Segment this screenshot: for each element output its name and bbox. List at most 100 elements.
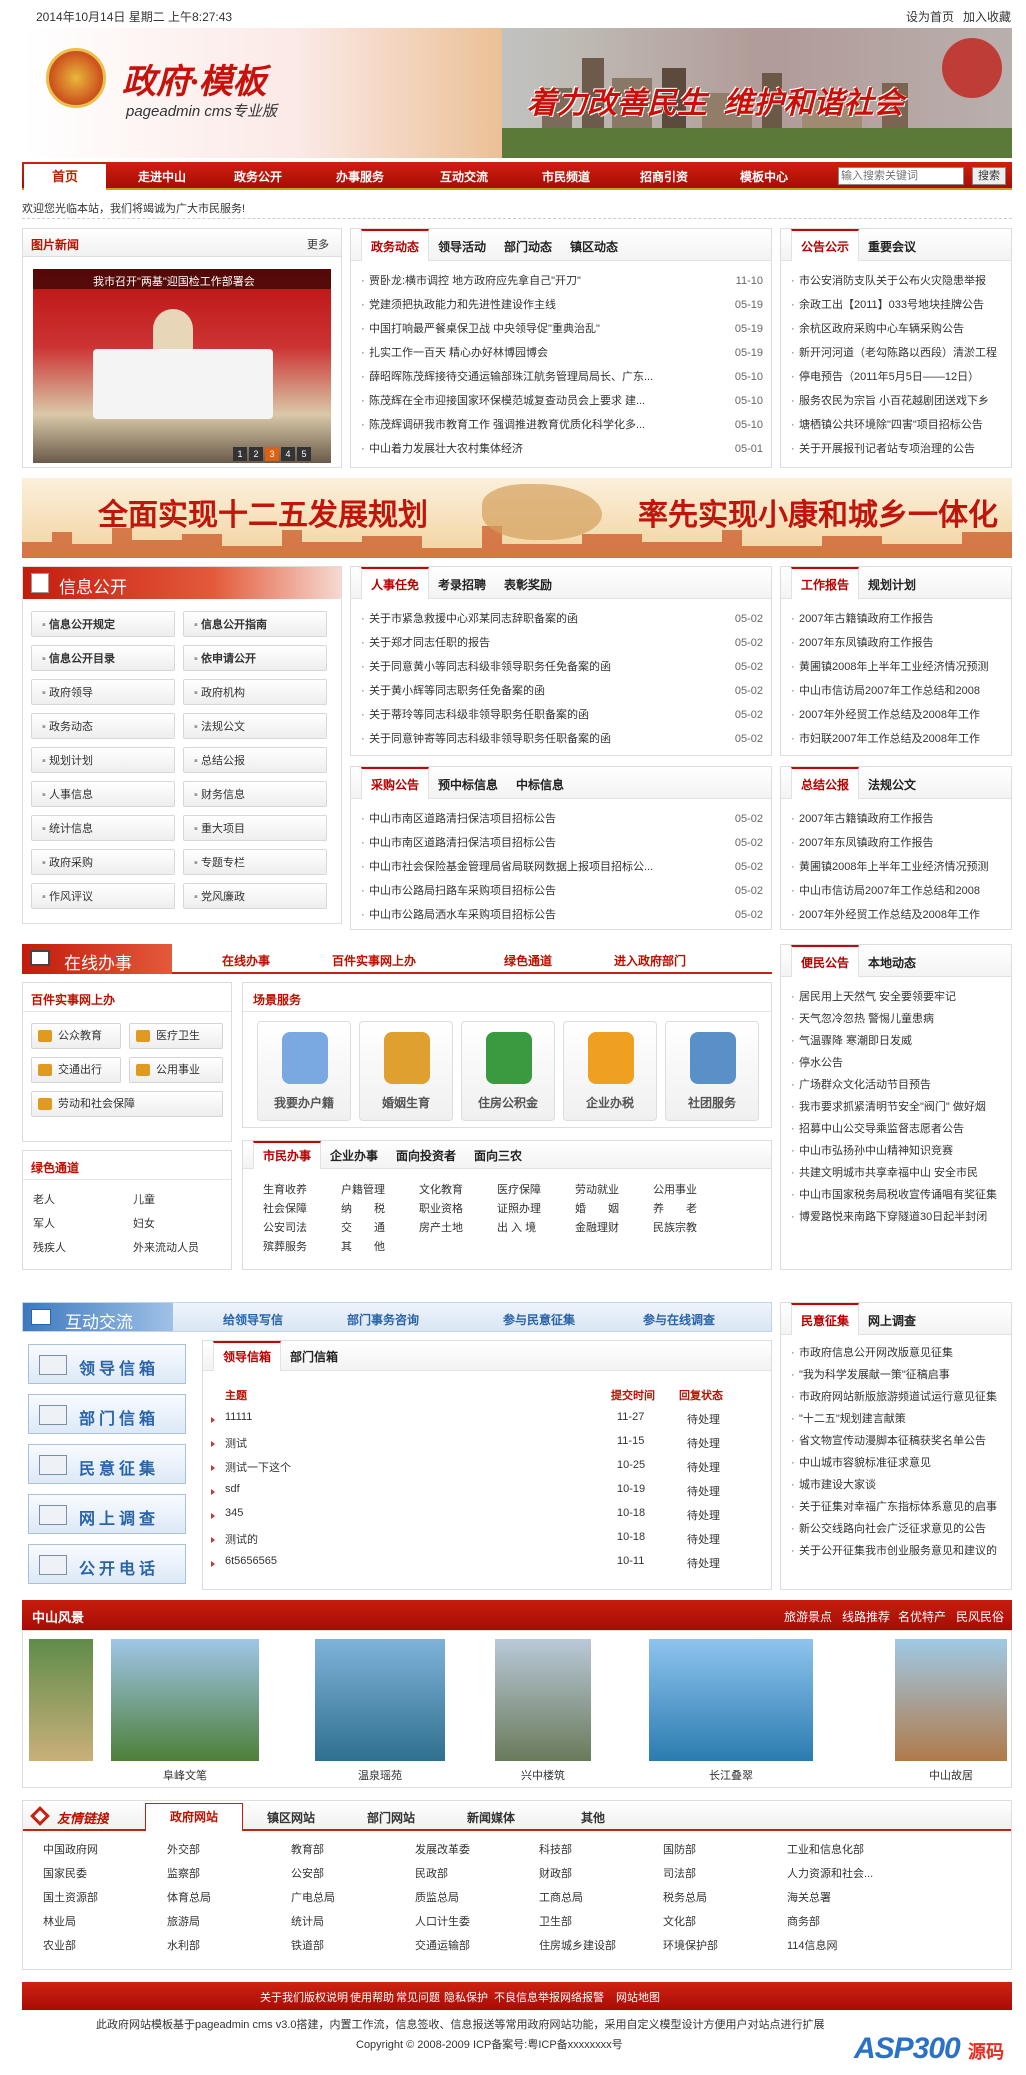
interact-side-button[interactable]: 网上调查 [28,1494,186,1534]
scenery-link-3[interactable]: 名优特产 [898,1608,946,1625]
list-item[interactable]: 塘栖镇公共环境除"四害"项目招标公告 [789,413,1003,437]
list-item[interactable]: 我市要求抓紧清明节安全"阀门" 做好烟 [789,1095,1003,1117]
picnews-image[interactable]: 我市召开"两基"迎国检工作部署会 1 2 3 4 5 [33,269,331,463]
list-item-title[interactable]: 2007年外经贸工作总结及2008年工作 [799,909,980,921]
scenery-caption[interactable]: 兴中楼筑 [495,1767,591,1783]
list-item[interactable]: 2007年东凤镇政府工作报告 [789,631,1003,655]
list-item[interactable]: 中国打响最严餐桌保卫战 中央领导促"重典治乱" 05-19 [359,317,763,341]
friend-link[interactable]: 质监总局 [407,1889,459,1905]
list-item-title[interactable]: 我市要求抓紧清明节安全"阀门" 做好烟 [799,1101,986,1113]
list-item-title[interactable]: 2007年外经贸工作总结及2008年工作 [799,709,980,721]
scenery-photo[interactable] [29,1639,93,1761]
list-item-title[interactable]: 关于同意钟寄等同志科级非领导职务任职备案的函 [369,733,611,745]
citizen-grid-item[interactable]: 房产土地 [419,1219,463,1235]
shijian-button[interactable]: 公众教育 [31,1023,121,1049]
list-item-title[interactable]: 薛昭晖陈茂辉接待交通运输部珠江航务管理局局长、广东... [369,371,653,383]
tab-renshi[interactable]: 人事任免 [361,567,430,599]
list-item[interactable]: 广场群众文化活动节目预告 [789,1073,1003,1095]
pager-3[interactable]: 3 [265,447,279,461]
list-item-title[interactable]: 陈茂辉在全市迎接国家环保模范城复查动员会上要求 建... [369,395,645,407]
list-item[interactable]: 关于黄小辉等同志职务任免备案的函 05-02 [359,679,763,703]
online-link-1[interactable]: 在线办事 [222,952,270,969]
scenery-caption[interactable]: 中山故居 [895,1767,1007,1783]
friend-link[interactable]: 司法部 [655,1865,696,1881]
list-item[interactable]: 薛昭晖陈茂辉接待交通运输部珠江航务管理局局长、广东... 05-10 [359,365,763,389]
footer-link[interactable]: 关于我们 [260,1989,304,2005]
list-item-title[interactable]: 余杭区政府采购中心车辆采购公告 [799,323,964,335]
list-item-title[interactable]: 气温骤降 寒潮即日发威 [799,1035,912,1047]
friend-link[interactable]: 环境保护部 [655,1937,718,1953]
friend-link[interactable]: 监察部 [159,1865,200,1881]
scenery-link-4[interactable]: 民风民俗 [956,1608,1004,1625]
footer-link[interactable]: 版权说明 [304,1989,348,2005]
info-button[interactable]: 重大项目 [183,815,327,841]
list-item-title[interactable]: 城市建设大家谈 [799,1479,876,1491]
nav-item-banshi[interactable]: 办事服务 [336,168,384,185]
nav-item-moban[interactable]: 模板中心 [740,168,788,185]
mail-row-subject[interactable]: 测试的 [225,1531,258,1547]
shijian-button[interactable]: 医疗卫生 [129,1023,223,1049]
list-item[interactable]: 新开河河道（老勾陈路以西段）清淤工程 [789,341,1003,365]
list-item[interactable]: 余杭区政府采购中心车辆采购公告 [789,317,1003,341]
list-item-title[interactable]: 服务农民为宗旨 小百花越剧团送戏下乡 [799,395,989,407]
list-item[interactable]: 关于同意钟寄等同志科级非领导职务任职备案的函 05-02 [359,727,763,751]
tab-zongjie[interactable]: 总结公报 [791,767,860,799]
interact-side-button[interactable]: 民意征集 [28,1444,186,1484]
list-item[interactable]: 市政府信息公开网改版意见征集 [789,1341,1003,1363]
nav-item-shimin[interactable]: 市民频道 [542,168,590,185]
citizen-grid-item[interactable]: 婚 姻 [575,1200,619,1216]
list-item-title[interactable]: 中山市信访局2007年工作总结和2008 [799,885,980,897]
info-button[interactable]: 信息公开指南 [183,611,327,637]
tab-bumen-mail[interactable]: 部门信箱 [281,1342,347,1372]
tab-zhengwu[interactable]: 政务动态 [361,229,430,261]
friend-link[interactable]: 住房城乡建设部 [531,1937,616,1953]
friend-tab-dept[interactable]: 部门网站 [367,1809,415,1826]
friend-link[interactable]: 科技部 [531,1841,572,1857]
friend-link[interactable]: 林业局 [35,1913,76,1929]
list-item-title[interactable]: 关于蒂玲等同志科级非领导职务任职备案的函 [369,709,589,721]
interact-link-1[interactable]: 给领导写信 [223,1311,283,1328]
info-button[interactable]: 总结公报 [183,747,327,773]
friend-link[interactable]: 工业和信息化部 [779,1841,864,1857]
shijian-button[interactable]: 交通出行 [31,1057,121,1083]
mail-row-subject[interactable]: 11111 [225,1411,252,1423]
list-item[interactable]: 停水公告 [789,1051,1003,1073]
scenery-photo[interactable] [111,1639,259,1761]
list-item-title[interactable]: 余政工出【2011】033号地块挂牌公告 [799,299,984,311]
search-input[interactable] [838,167,964,185]
list-item-title[interactable]: 关于同意黄小等同志科级非领导职务任免备案的函 [369,661,611,673]
list-item-title[interactable]: 2007年古籍镇政府工作报告 [799,613,933,625]
tab-fagui[interactable]: 法规公文 [859,769,925,801]
list-item[interactable]: 2007年东凤镇政府工作报告 [789,831,1003,855]
list-item-title[interactable]: 中山市公路局扫路车采购项目招标公告 [369,885,556,897]
citizen-grid-item[interactable]: 养 老 [653,1200,697,1216]
mail-row-subject[interactable]: 6t5656565 [225,1555,277,1567]
list-item[interactable]: 招募中山公交导乘监督志愿者公告 [789,1117,1003,1139]
list-item[interactable]: 党建须把执政能力和先进性建设作主线 05-19 [359,293,763,317]
info-button[interactable]: 政府采购 [31,849,175,875]
citizen-grid-item[interactable]: 职业资格 [419,1200,463,1216]
list-item-title[interactable]: "十二五"规划建言献策 [799,1413,906,1425]
list-item[interactable]: 黄圃镇2008年上半年工业经济情况预测 [789,655,1003,679]
nav-home-tab[interactable]: 首页 [24,164,106,190]
tab-gonggao[interactable]: 公告公示 [791,229,860,261]
list-item-title[interactable]: 党建须把执政能力和先进性建设作主线 [369,299,556,311]
online-link-4[interactable]: 进入政府部门 [614,952,686,969]
list-item-title[interactable]: 中山市社会保险基金管理局省局联网数据上报项目招标公... [369,861,653,873]
list-item[interactable]: 中山市公路局洒水车采购项目招标公告 05-02 [359,903,763,927]
citizen-grid-item[interactable]: 证照办理 [497,1200,541,1216]
friend-link[interactable]: 外交部 [159,1841,200,1857]
nav-item-zoujin[interactable]: 走进中山 [138,168,186,185]
list-item[interactable]: 2007年外经贸工作总结及2008年工作 [789,703,1003,727]
list-item[interactable]: 中山着力发展壮大农村集体经济 05-01 [359,437,763,461]
friend-link[interactable]: 发展改革委 [407,1841,470,1857]
list-item-title[interactable]: 陈茂辉调研我市教育工作 强调推进教育优质化科学化多... [369,419,645,431]
mail-row-subject[interactable]: 测试 [225,1435,247,1451]
list-item[interactable]: 居民用上天然气 安全要领要牢记 [789,985,1003,1007]
tab-diaocha[interactable]: 网上调查 [859,1305,925,1337]
scene-tile[interactable]: 住房公积金 [461,1021,555,1121]
list-item[interactable]: 中山市南区道路清扫保洁项目招标公告 05-02 [359,831,763,855]
footer-link[interactable]: 网络报警 [560,1989,604,2005]
friend-link[interactable]: 卫生部 [531,1913,572,1929]
green-link[interactable]: 儿童 [133,1191,155,1207]
